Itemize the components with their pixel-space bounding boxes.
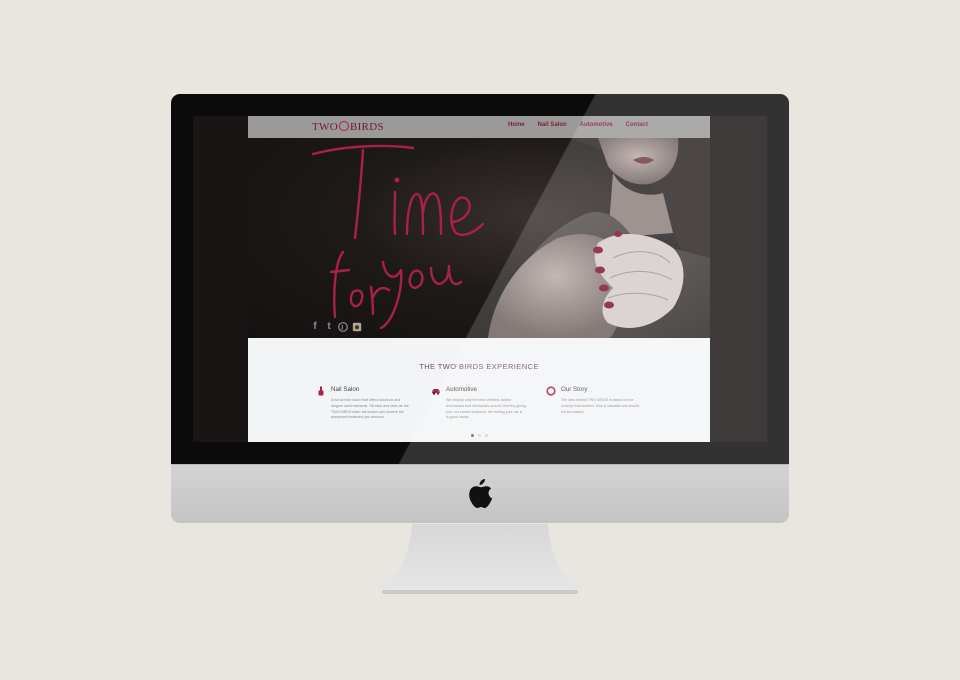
feature-description: A full-service salon that offers luxurio… — [331, 398, 409, 420]
social-links: f t — [310, 322, 362, 332]
hero-section: TWO BIRDS Home Nail Salon Automotive Cont… — [248, 116, 710, 338]
monitor-screen: TWO BIRDS Home Nail Salon Automotive Cont… — [193, 116, 767, 442]
monitor-chin — [171, 464, 789, 523]
instagram-icon[interactable] — [352, 322, 362, 332]
website: TWO BIRDS Home Nail Salon Automotive Cont… — [248, 116, 710, 442]
monitor-stand — [382, 524, 578, 594]
logo-text-left: TWO — [312, 121, 338, 133]
imac-monitor: TWO BIRDS Home Nail Salon Automotive Cont… — [171, 94, 789, 524]
feature-title: Our Story — [561, 386, 588, 393]
nav-nail-salon[interactable]: Nail Salon — [538, 122, 567, 128]
ring-icon — [546, 386, 556, 396]
hero-script-text — [311, 144, 485, 330]
nav-home[interactable]: Home — [508, 122, 525, 128]
slider-dots — [471, 434, 488, 437]
site-logo[interactable]: TWO BIRDS — [312, 121, 384, 133]
slider-dot[interactable] — [478, 434, 481, 437]
section-title: THE TWO BIRDS EXPERIENCE — [419, 362, 539, 371]
feature-title: Nail Salon — [331, 386, 360, 393]
main-nav: Home Nail Salon Automotive Contact — [508, 122, 648, 128]
logo-text-right: BIRDS — [349, 121, 384, 133]
nav-bar: TWO BIRDS Home Nail Salon Automotive Cont… — [248, 116, 710, 138]
twitter-icon[interactable]: t — [324, 322, 334, 332]
nav-automotive[interactable]: Automotive — [580, 122, 613, 128]
feature-title: Automotive — [446, 386, 477, 393]
nav-contact[interactable]: Contact — [626, 122, 648, 128]
slider-dot[interactable] — [485, 434, 488, 437]
pinterest-icon[interactable] — [338, 322, 348, 332]
experience-section: THE TWO BIRDS EXPERIENCE Nail Salon A fu… — [248, 338, 710, 442]
nail-polish-icon — [318, 386, 324, 396]
facebook-icon[interactable]: f — [310, 322, 320, 332]
slider-dot[interactable] — [471, 434, 474, 437]
apple-logo-icon — [469, 479, 493, 508]
feature-description: We employ only the best certified, skill… — [446, 398, 526, 420]
logo-bird-icon — [338, 121, 349, 131]
car-icon — [432, 389, 440, 395]
monitor-bezel: TWO BIRDS Home Nail Salon Automotive Cont… — [171, 94, 789, 464]
feature-description: The idea behind TWO BIRDS is based on th… — [561, 398, 640, 414]
